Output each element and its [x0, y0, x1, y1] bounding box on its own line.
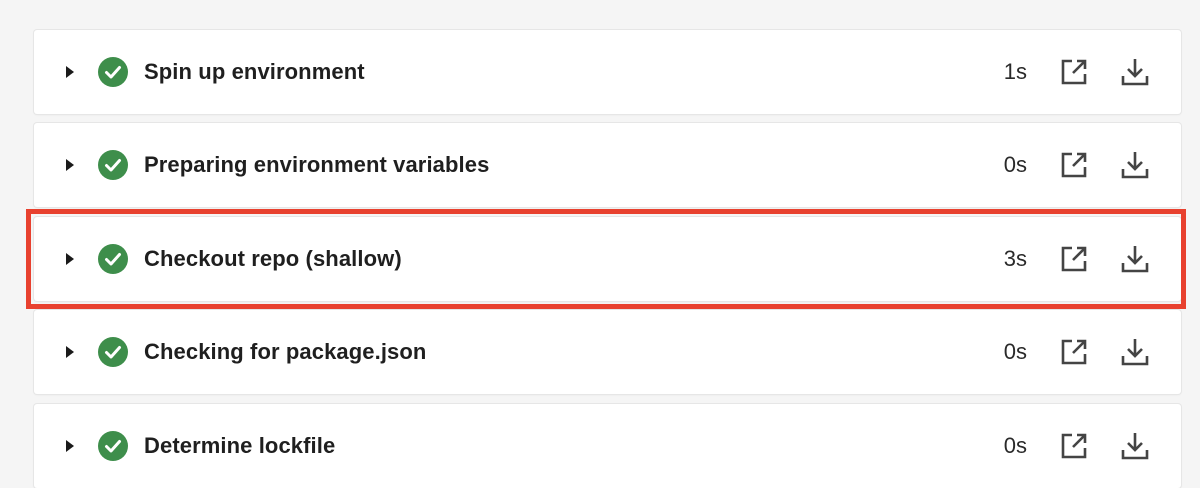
step-name: Checking for package.json	[144, 339, 427, 364]
download-icon[interactable]	[1119, 56, 1151, 88]
check-circle-icon	[98, 150, 128, 180]
step-name: Spin up environment	[144, 59, 365, 84]
check-circle-icon	[98, 431, 128, 461]
download-icon[interactable]	[1119, 149, 1151, 181]
check-circle-icon	[98, 57, 128, 87]
download-icon[interactable]	[1119, 430, 1151, 462]
step-duration: 3s	[1003, 246, 1027, 271]
external-link-icon[interactable]	[1058, 243, 1090, 275]
step-row-spin-up-environment[interactable]: Spin up environment 1s	[34, 30, 1181, 114]
caret-right-icon[interactable]	[66, 66, 74, 78]
check-circle-icon	[98, 244, 128, 274]
external-link-icon[interactable]	[1058, 149, 1090, 181]
caret-right-icon[interactable]	[66, 159, 74, 171]
step-duration: 1s	[1003, 59, 1027, 84]
step-name: Preparing environment variables	[144, 152, 490, 177]
step-duration: 0s	[1003, 152, 1027, 177]
step-row-preparing-environment-variables[interactable]: Preparing environment variables 0s	[34, 123, 1181, 207]
step-duration: 0s	[1003, 339, 1027, 364]
step-row-determine-lockfile[interactable]: Determine lockfile 0s	[34, 404, 1181, 488]
step-name: Checkout repo (shallow)	[144, 246, 402, 271]
step-row-checkout-repo[interactable]: Checkout repo (shallow) 3s	[34, 217, 1181, 301]
step-name: Determine lockfile	[144, 433, 336, 458]
step-row-checking-for-package-json[interactable]: Checking for package.json 0s	[34, 310, 1181, 394]
check-circle-icon	[98, 337, 128, 367]
external-link-icon[interactable]	[1058, 430, 1090, 462]
download-icon[interactable]	[1119, 336, 1151, 368]
external-link-icon[interactable]	[1058, 56, 1090, 88]
external-link-icon[interactable]	[1058, 336, 1090, 368]
caret-right-icon[interactable]	[66, 253, 74, 265]
step-duration: 0s	[1003, 433, 1027, 458]
download-icon[interactable]	[1119, 243, 1151, 275]
caret-right-icon[interactable]	[66, 440, 74, 452]
caret-right-icon[interactable]	[66, 346, 74, 358]
